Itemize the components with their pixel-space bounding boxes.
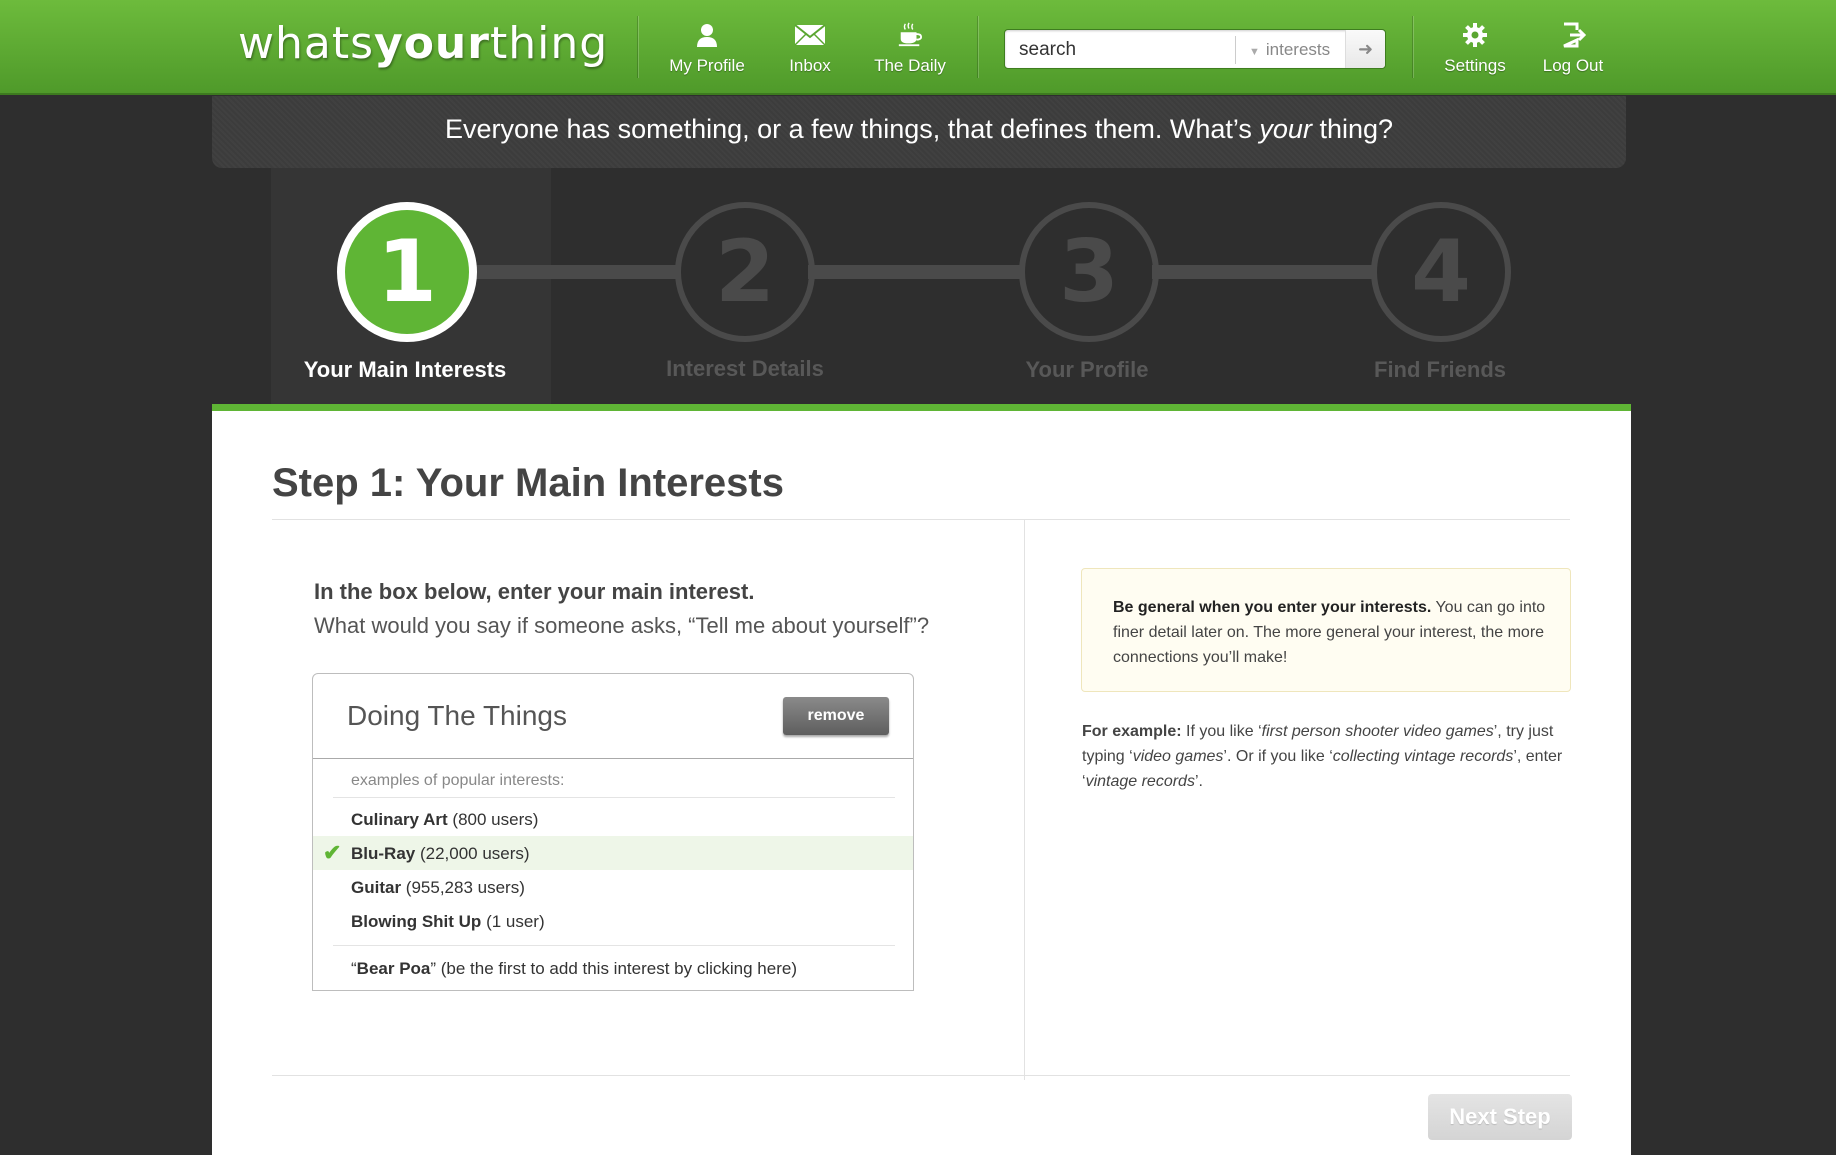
- step-4-circle[interactable]: 4: [1371, 202, 1511, 342]
- nav-divider: [1412, 16, 1413, 78]
- search-bar: ▼ interests ➜: [1004, 29, 1386, 69]
- nav-label: My Profile: [669, 56, 745, 75]
- divider: [272, 1075, 1570, 1076]
- search-category-label: interests: [1265, 40, 1331, 59]
- example-italic: vintage records: [1085, 773, 1195, 790]
- step-connector: [476, 265, 680, 279]
- nav-label: Log Out: [1542, 56, 1604, 75]
- nav-label: Settings: [1444, 56, 1506, 75]
- add-new-interest-link[interactable]: “Bear Poa” (be the first to add this int…: [351, 959, 797, 979]
- suggestion-item-selected[interactable]: ✔ Blu-Ray (22,000 users): [313, 836, 913, 870]
- nav-settings[interactable]: Settings: [1440, 22, 1510, 76]
- envelope-icon: [780, 22, 840, 52]
- nav-label: The Daily: [874, 56, 946, 75]
- logo-text-whats: whats: [238, 18, 375, 69]
- site-logo[interactable]: whatsyourthing: [238, 18, 608, 69]
- tagline-banner: Everyone has something, or a few things,…: [212, 96, 1626, 168]
- nav-inbox[interactable]: Inbox: [780, 22, 840, 76]
- step-2-label: Interest Details: [666, 356, 824, 381]
- suggestion-item[interactable]: Culinary Art (800 users): [313, 802, 913, 836]
- search-input[interactable]: [1019, 38, 1229, 62]
- logo-text-your: your: [374, 18, 490, 69]
- tagline-text: Everyone has something, or a few things,…: [212, 114, 1626, 145]
- tip-box: Be general when you enter your interests…: [1081, 568, 1571, 692]
- suggestion-text: Blu-Ray (22,000 users): [351, 844, 530, 864]
- remove-button[interactable]: remove: [783, 697, 889, 735]
- nav-divider: [637, 16, 638, 78]
- arrow-right-icon: ➜: [1357, 39, 1374, 59]
- nav-my-profile[interactable]: My Profile: [665, 22, 749, 76]
- add-new-hint: ” (be the first to add this interest by …: [430, 959, 797, 978]
- example-italic: video games: [1132, 748, 1224, 765]
- step-2-circle[interactable]: 2: [675, 202, 815, 342]
- tip-text: Be general when you enter your interests…: [1113, 595, 1553, 670]
- step-connector: [808, 265, 1022, 279]
- divider: [333, 945, 895, 946]
- nav-divider: [977, 16, 978, 78]
- coffee-cup-icon: [868, 22, 952, 52]
- example-italic: collecting vintage records: [1332, 748, 1514, 765]
- suggestion-count: (22,000 users): [419, 844, 530, 863]
- nav-label: Inbox: [789, 56, 831, 75]
- nav-the-daily[interactable]: The Daily: [868, 22, 952, 76]
- step-1-circle[interactable]: 1: [337, 202, 477, 342]
- step-1-label: Your Main Interests: [303, 357, 507, 382]
- search-go-button[interactable]: ➜: [1345, 30, 1385, 68]
- suggestion-name: Culinary Art: [351, 810, 448, 829]
- tagline-emphasis: your: [1259, 114, 1312, 144]
- example-text: For example: If you like ‘first person s…: [1082, 719, 1572, 794]
- new-interest-term: Bear Poa: [356, 959, 431, 978]
- chevron-down-icon: ▼: [1249, 46, 1260, 58]
- logo-text-thing: thing: [489, 18, 609, 69]
- suggestion-count: (1 user): [486, 912, 545, 931]
- tagline-part: thing?: [1311, 114, 1394, 144]
- interest-entry-header: Doing The Things remove: [313, 674, 913, 759]
- interest-input[interactable]: Doing The Things: [347, 700, 567, 732]
- search-divider: [1235, 36, 1236, 64]
- suggestion-text: Culinary Art (800 users): [351, 810, 538, 830]
- suggestion-item[interactable]: Guitar (955,283 users): [313, 870, 913, 904]
- examples-label: examples of popular interests:: [351, 772, 565, 789]
- example-part: ’. Or if you like ‘: [1223, 748, 1333, 765]
- example-italic: first person shooter video games: [1261, 723, 1494, 740]
- divider: [333, 797, 895, 798]
- person-icon: [665, 22, 749, 52]
- suggestion-count: (800 users): [452, 810, 539, 829]
- example-part: If you like ‘: [1181, 723, 1262, 740]
- main-panel: Step 1: Your Main Interests In the box b…: [212, 404, 1631, 1155]
- suggestion-name: Guitar: [351, 878, 402, 897]
- suggestion-text: Guitar (955,283 users): [351, 878, 525, 898]
- suggestion-text: Blowing Shit Up (1 user): [351, 912, 545, 932]
- suggestion-count: (955,283 users): [405, 878, 525, 897]
- tagline-part: Everyone has something, or a few things,…: [444, 114, 1260, 144]
- suggestion-name: Blowing Shit Up: [351, 912, 482, 931]
- step-connector: [1152, 265, 1376, 279]
- step-3-label: Your Profile: [1025, 357, 1149, 382]
- logout-icon: [1538, 22, 1608, 52]
- nav-log-out[interactable]: Log Out: [1538, 22, 1608, 76]
- search-category-dropdown[interactable]: ▼ interests: [1249, 40, 1330, 60]
- example-bold: For example:: [1082, 723, 1182, 740]
- interest-entry-box: Doing The Things remove examples of popu…: [312, 673, 914, 991]
- suggestion-item[interactable]: Blowing Shit Up (1 user): [313, 904, 913, 938]
- page-title: Step 1: Your Main Interests: [272, 461, 784, 505]
- example-part: ’.: [1194, 773, 1203, 790]
- instruction-heading: In the box below, enter your main intere…: [314, 579, 755, 604]
- suggestion-name: Blu-Ray: [351, 844, 416, 863]
- top-nav-bar: whatsyourthing My Profile Inbox The Dail…: [0, 0, 1836, 95]
- step-3-circle[interactable]: 3: [1019, 202, 1159, 342]
- gear-icon: [1440, 22, 1510, 52]
- column-divider: [1024, 520, 1025, 1080]
- divider: [272, 519, 1570, 520]
- step-4-label: Find Friends: [1374, 357, 1506, 382]
- instruction-subtext: What would you say if someone asks, “Tel…: [314, 613, 930, 638]
- checkmark-icon: ✔: [323, 840, 342, 865]
- next-step-button[interactable]: Next Step: [1428, 1094, 1572, 1140]
- tip-bold: Be general when you enter your interests…: [1113, 599, 1432, 616]
